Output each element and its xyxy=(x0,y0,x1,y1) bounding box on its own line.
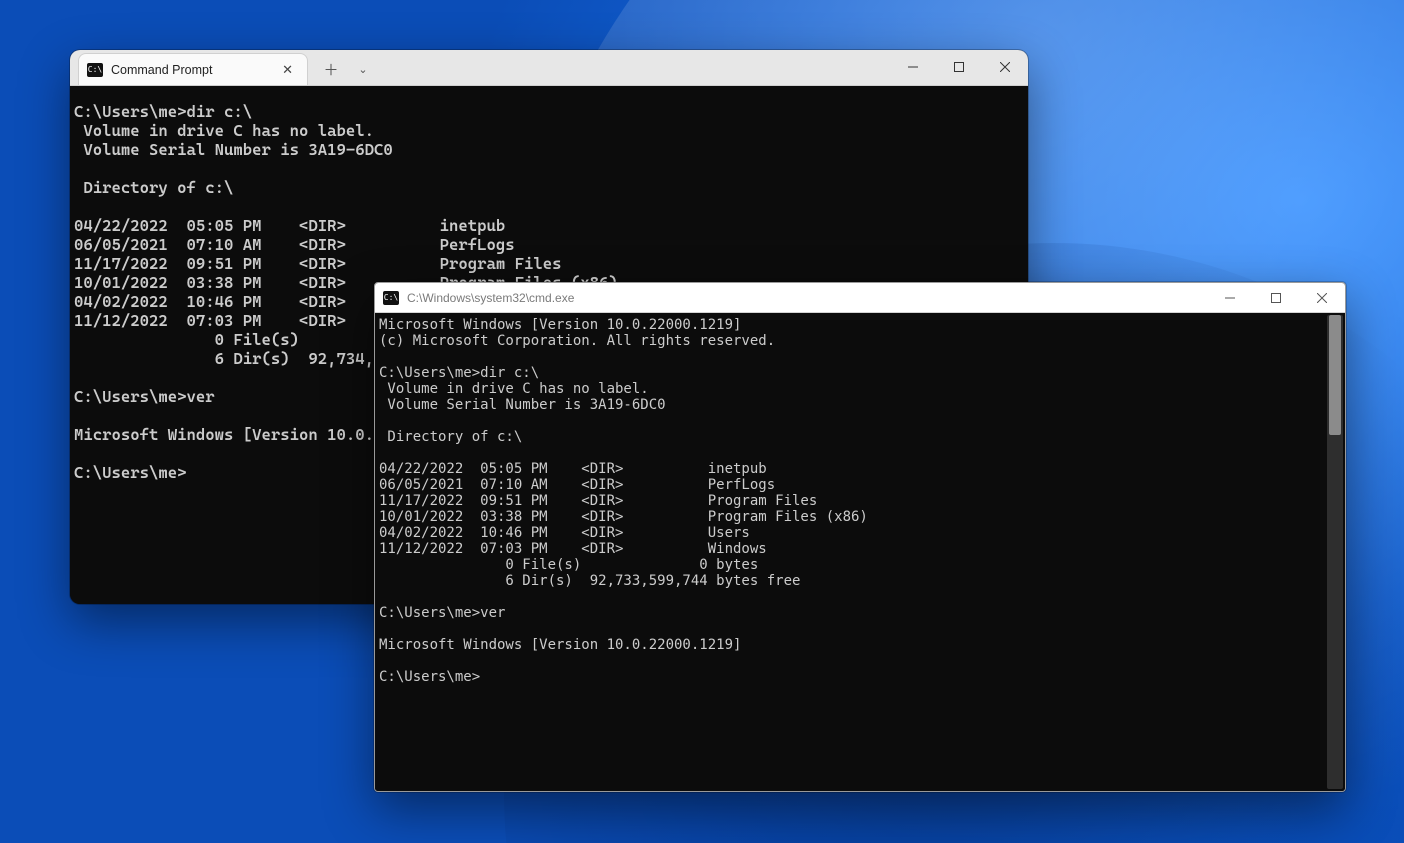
cmd-icon: C:\ xyxy=(87,63,103,77)
cmd-exe-window[interactable]: C:\ C:\Windows\system32\cmd.exe Microsof… xyxy=(374,282,1346,792)
tab-close-button[interactable]: ✕ xyxy=(278,60,297,80)
maximize-button[interactable] xyxy=(1253,283,1299,313)
maximize-button[interactable] xyxy=(936,50,982,85)
cmd-titlebar[interactable]: C:\ C:\Windows\system32\cmd.exe xyxy=(375,283,1345,313)
terminal-tab-cmd[interactable]: C:\ Command Prompt ✕ xyxy=(78,53,308,85)
close-button[interactable] xyxy=(1299,283,1345,313)
cmd-output[interactable]: Microsoft Windows [Version 10.0.22000.12… xyxy=(375,313,1345,791)
cmd-icon: C:\ xyxy=(383,291,399,305)
minimize-button[interactable] xyxy=(1207,283,1253,313)
terminal-titlebar[interactable]: C:\ Command Prompt ✕ ＋ ⌄ xyxy=(70,50,1028,86)
terminal-tab-title: Command Prompt xyxy=(111,63,270,77)
cmd-window-title: C:\Windows\system32\cmd.exe xyxy=(407,291,1199,305)
tab-dropdown-button[interactable]: ⌄ xyxy=(352,55,374,83)
scrollbar-thumb[interactable] xyxy=(1329,315,1341,435)
minimize-button[interactable] xyxy=(890,50,936,85)
scrollbar-vertical[interactable] xyxy=(1327,315,1343,789)
new-tab-button[interactable]: ＋ xyxy=(316,55,346,83)
close-button[interactable] xyxy=(982,50,1028,85)
